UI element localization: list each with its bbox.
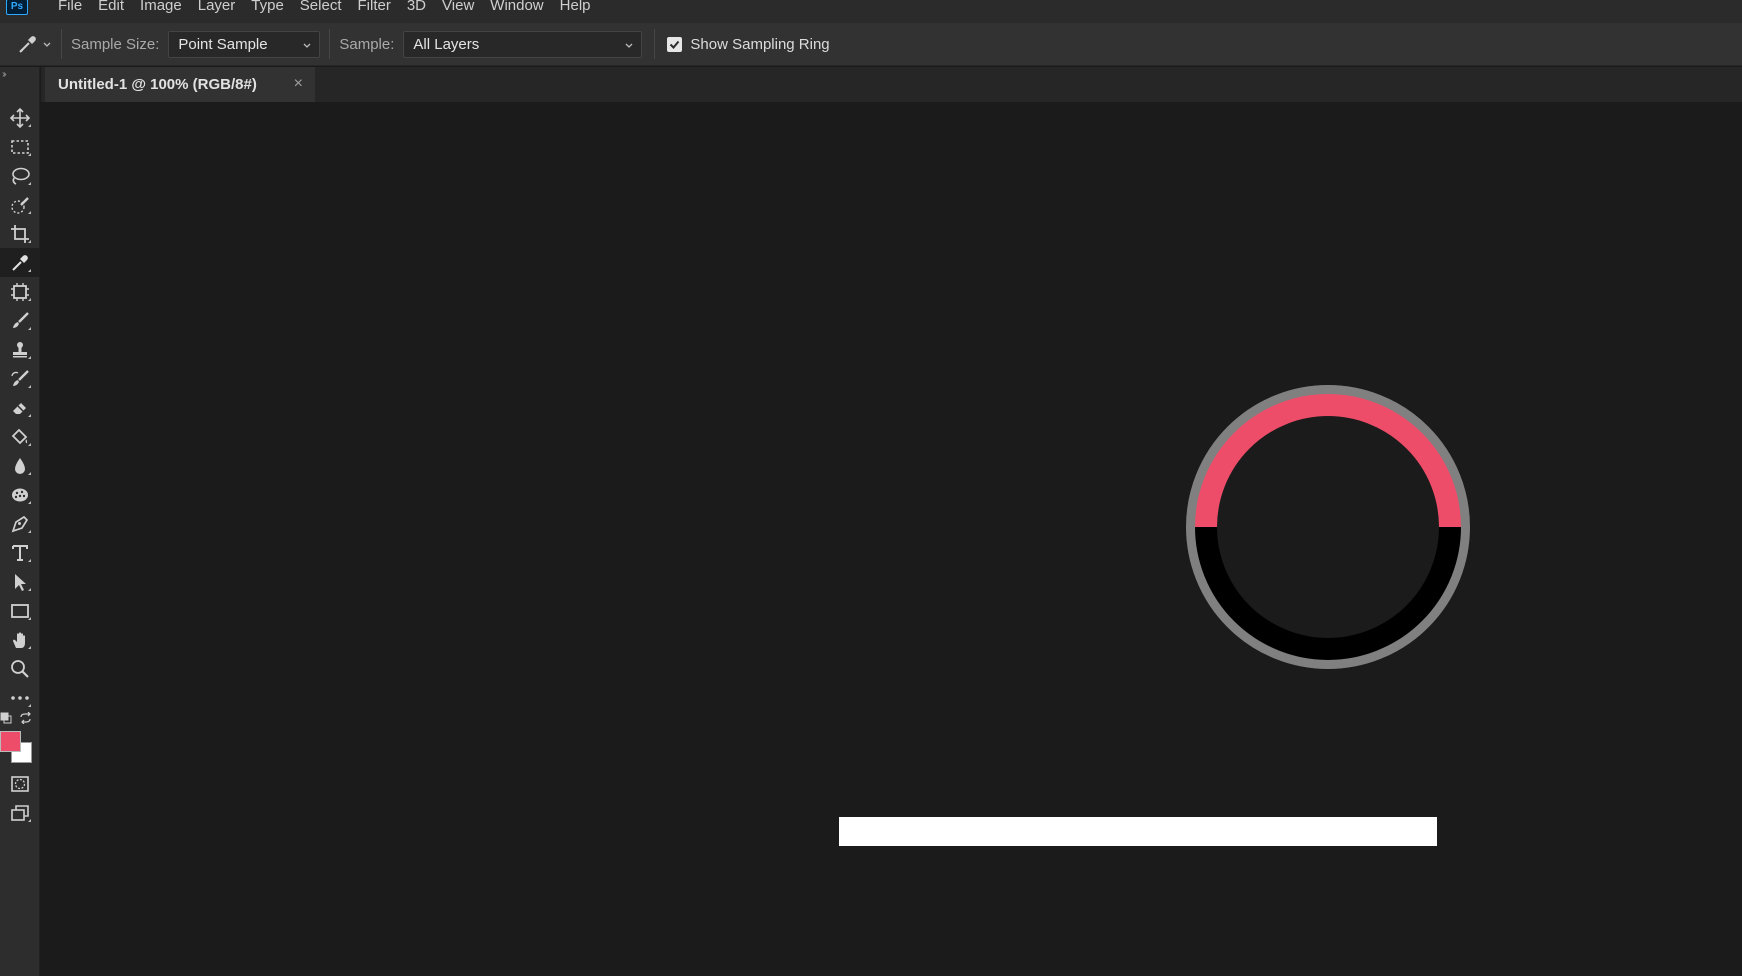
sample-size-label: Sample Size: xyxy=(71,35,160,53)
document-tab[interactable]: Untitled-1 @ 100% (RGB/8#) × xyxy=(45,67,315,102)
rectangle-tool[interactable] xyxy=(0,596,40,625)
sample-value: All Layers xyxy=(413,35,480,53)
close-icon[interactable]: × xyxy=(294,75,303,93)
divider xyxy=(329,29,331,59)
menu-filter[interactable]: Filter xyxy=(350,0,399,14)
divider xyxy=(654,29,656,59)
white-rectangle-shape xyxy=(839,817,1437,846)
eraser-tool[interactable] xyxy=(0,393,40,422)
menu-view[interactable]: View xyxy=(434,0,482,14)
clone-stamp-tool[interactable] xyxy=(0,335,40,364)
canvas-area[interactable] xyxy=(41,102,1742,976)
photoshop-logo-icon[interactable]: Ps xyxy=(6,0,28,15)
eyedropper-icon xyxy=(19,36,36,53)
photoshop-window: Ps File Edit Image Layer Type Select Fil… xyxy=(0,0,1742,976)
hand-tool[interactable] xyxy=(0,625,40,654)
divider xyxy=(61,29,62,59)
brush-tool[interactable] xyxy=(0,306,40,335)
menu-3d[interactable]: 3D xyxy=(399,0,434,14)
sample-label: Sample: xyxy=(339,35,395,53)
document-tab-title: Untitled-1 @ 100% (RGB/8#) xyxy=(58,76,257,93)
edit-toolbar[interactable] xyxy=(0,683,40,712)
quick-selection-tool[interactable] xyxy=(0,190,40,219)
sample-select[interactable]: All Layers xyxy=(403,30,643,58)
path-selection-tool[interactable] xyxy=(0,567,40,596)
zoom-icon xyxy=(11,659,29,678)
screen-mode-button[interactable] xyxy=(0,798,40,827)
chevron-down-icon xyxy=(43,42,51,47)
blur-tool[interactable] xyxy=(0,451,40,480)
crop-tool[interactable] xyxy=(0,219,40,248)
collapse-panel-icon[interactable]: ›› xyxy=(2,69,6,80)
eyedropper-tool[interactable] xyxy=(0,248,40,277)
frame-tool[interactable] xyxy=(0,277,40,306)
menu-file[interactable]: File xyxy=(50,0,90,14)
menu-type[interactable]: Type xyxy=(243,0,292,14)
checkmark-icon xyxy=(670,40,680,49)
marquee-tool[interactable] xyxy=(0,132,40,161)
type-tool[interactable] xyxy=(0,538,40,567)
menu-help[interactable]: Help xyxy=(552,0,599,14)
quick-mask-icon xyxy=(11,775,29,792)
sampling-ring xyxy=(1186,385,1470,669)
show-sampling-ring-label[interactable]: Show Sampling Ring xyxy=(690,36,829,53)
default-colors-icon[interactable] xyxy=(0,712,12,724)
menu-image[interactable]: Image xyxy=(132,0,190,14)
document-tab-bar: Untitled-1 @ 100% (RGB/8#) × xyxy=(41,67,1742,102)
show-sampling-ring-checkbox[interactable] xyxy=(667,36,683,52)
sample-size-value: Point Sample xyxy=(178,35,268,53)
lasso-tool[interactable] xyxy=(0,161,40,190)
pen-tool[interactable] xyxy=(0,509,40,538)
chevron-down-icon xyxy=(303,43,311,48)
options-bar: Sample Size: Point Sample Sample: All La… xyxy=(0,23,1742,66)
menu-edit[interactable]: Edit xyxy=(90,0,132,14)
paint-bucket-tool[interactable] xyxy=(0,422,40,451)
foreground-color-swatch[interactable] xyxy=(0,731,21,752)
zoom-tool[interactable] xyxy=(0,654,40,683)
menu-select[interactable]: Select xyxy=(292,0,350,14)
dodge-tool[interactable] xyxy=(0,480,40,509)
menu-window[interactable]: Window xyxy=(482,0,551,14)
tool-preset-picker[interactable] xyxy=(18,34,52,54)
quick-mask-button[interactable] xyxy=(0,769,40,798)
tools-panel: ›› xyxy=(0,67,40,976)
chevron-down-icon xyxy=(625,43,633,48)
menu-layer[interactable]: Layer xyxy=(190,0,244,14)
history-brush-tool[interactable] xyxy=(0,364,40,393)
menu-bar: Ps File Edit Image Layer Type Select Fil… xyxy=(0,0,1742,23)
swap-colors-icon[interactable] xyxy=(19,712,33,724)
sample-size-select[interactable]: Point Sample xyxy=(168,30,321,58)
move-tool[interactable] xyxy=(0,103,40,132)
